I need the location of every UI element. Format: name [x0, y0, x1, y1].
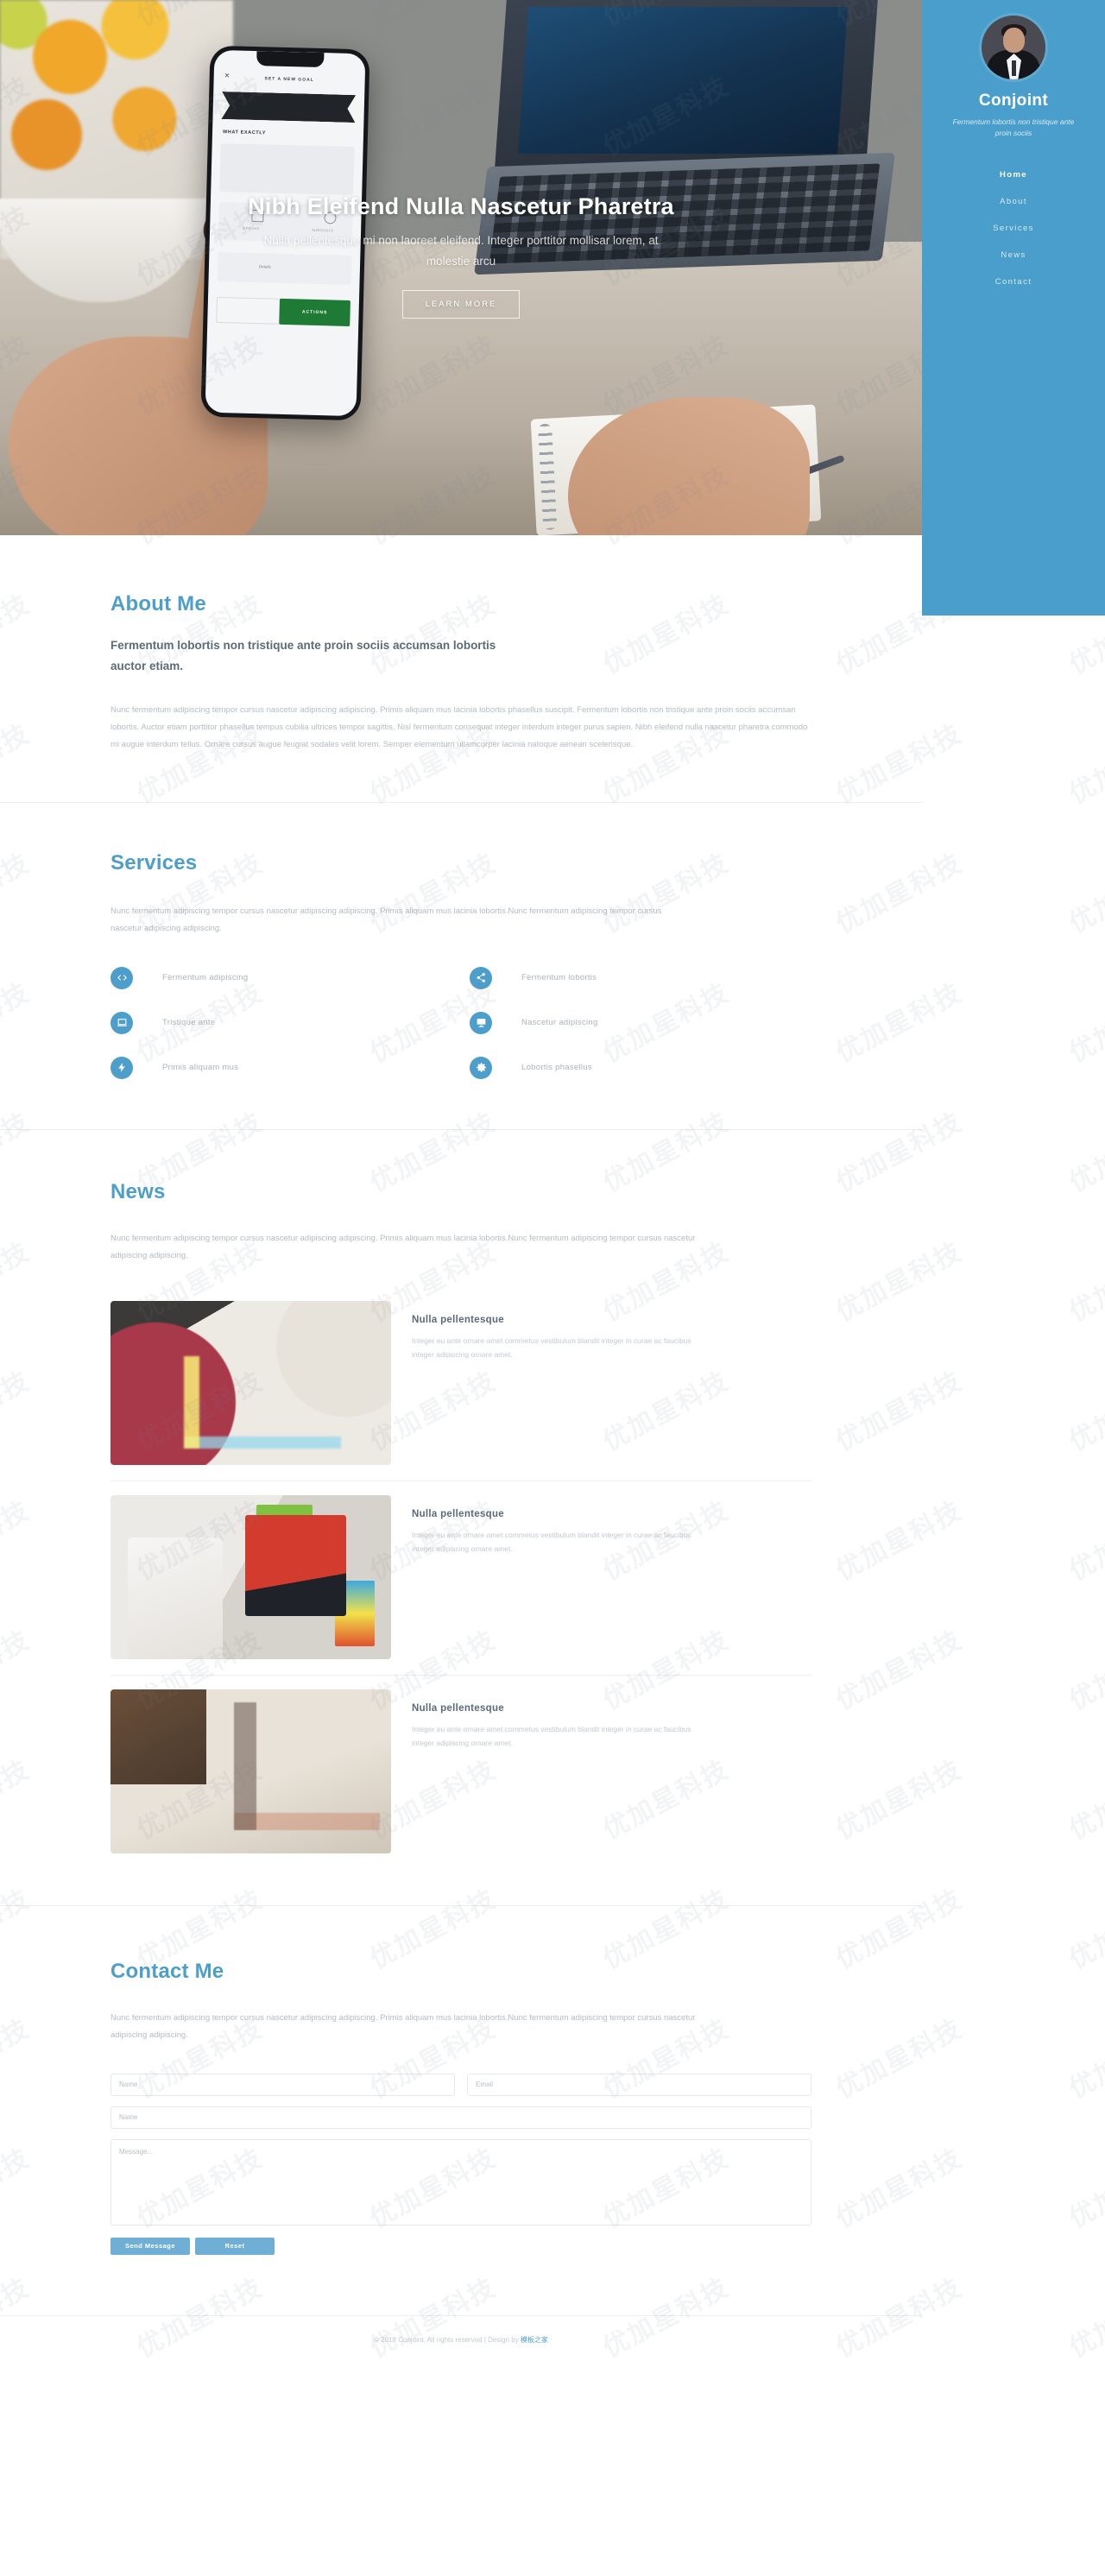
watermark-text: 优加星科技 [1064, 1366, 1105, 1458]
contact-section: Contact Me Nunc fermentum adipiscing tem… [0, 1906, 922, 2293]
news-item-title: Nulla pellentesque [412, 1702, 505, 1714]
service-item[interactable]: Nascetur adipiscing [470, 1011, 811, 1034]
service-label: Fermentum lobortis [521, 973, 597, 983]
news-item-body: Nulla pellentesque Integer eu ante ornar… [412, 1301, 710, 1361]
color-swatch-strip [335, 1580, 375, 1646]
form-row-name-email [110, 2073, 811, 2096]
sidebar-nav: Home About Services News Contact [922, 161, 1105, 295]
watermark-text: 优加星科技 [1064, 1625, 1105, 1717]
contact-lead-text: Nunc fermentum adipiscing tempor cursus … [110, 2012, 696, 2040]
poster-green-block [256, 1505, 313, 1531]
news-thumbnail[interactable] [110, 1494, 391, 1659]
watermark-text: 优加星科技 [1064, 1107, 1105, 1199]
avatar-tie [1012, 60, 1016, 76]
form-button-row: Send Message Reset [110, 2237, 811, 2255]
services-lead-text: Nunc fermentum adipiscing tempor cursus … [110, 906, 662, 933]
contact-form: Send Message Reset [110, 2073, 811, 2255]
service-label: Lobortis phasellus [521, 1063, 592, 1073]
code-icon [110, 966, 133, 989]
news-item-description: Integer eu ante ornare amet commetus ves… [412, 1335, 691, 1359]
news-item-description: Integer eu ante ornare amet commetus ves… [412, 1530, 691, 1553]
services-title: Services [110, 851, 198, 875]
footer: © 2018 Conjoint. All rights reserved | D… [0, 2314, 922, 2367]
watermark-text: 优加星科技 [1064, 718, 1105, 811]
service-label: Tristique ante [162, 1018, 216, 1028]
laptop-icon [110, 1011, 133, 1034]
form-row-message [110, 2138, 811, 2226]
sidebar-item-contact[interactable]: Contact [922, 268, 1105, 295]
service-item[interactable]: Lobortis phasellus [470, 1056, 811, 1079]
footer-designer-link[interactable]: 模板之家 [521, 2336, 548, 2344]
subject-input[interactable] [110, 2106, 811, 2129]
news-item-title: Nulla pellentesque [412, 1508, 505, 1519]
desktop-icon [470, 1011, 492, 1034]
services-grid: Fermentum adipiscing Fermentum lobortis … [110, 966, 811, 1079]
hero-title: Nibh Eleifend Nulla Nascetur Pharetra [248, 193, 674, 219]
bolt-icon [110, 1056, 133, 1079]
sidebar-item-home[interactable]: Home [922, 161, 1105, 188]
learn-more-button[interactable]: LEARN MORE [401, 290, 521, 319]
watermark-text: 优加星科技 [1064, 2013, 1105, 2106]
sidebar: Conjoint Fermentum lobortis non tristiqu… [922, 0, 1105, 616]
news-item-description: Integer eu ante ornare amet commetus ves… [412, 1724, 691, 1747]
watermark-text: 优加星科技 [1064, 2272, 1105, 2364]
form-row-subject [110, 2106, 811, 2129]
watermark-text: 优加星科技 [1064, 848, 1105, 940]
news-section: News Nunc fermentum adipiscing tempor cu… [0, 1130, 922, 1905]
news-list-item[interactable]: Nulla pellentesque Integer eu ante ornar… [110, 1676, 811, 1869]
site-title: Conjoint [978, 92, 1049, 110]
avatar [982, 16, 1045, 79]
service-item[interactable]: Fermentum lobortis [470, 966, 811, 989]
sidebar-item-services[interactable]: Services [922, 215, 1105, 242]
watermark-text: 优加星科技 [1064, 2143, 1105, 2235]
news-thumbnail[interactable] [110, 1300, 391, 1465]
send-message-button[interactable]: Send Message [110, 2237, 190, 2255]
message-textarea[interactable] [110, 2138, 811, 2226]
gear-icon [470, 1056, 492, 1079]
about-section: About Me Fermentum lobortis non tristiqu… [0, 535, 922, 802]
about-subtitle: Fermentum lobortis non tristique ante pr… [110, 639, 496, 672]
service-label: Primis aliquam mus [162, 1063, 239, 1073]
email-input[interactable] [467, 2073, 811, 2096]
about-title: About Me [110, 592, 206, 616]
watermark-text: 优加星科技 [1064, 977, 1105, 1070]
news-title: News [110, 1179, 166, 1203]
name-input[interactable] [110, 2073, 455, 2096]
news-item-body: Nulla pellentesque Integer eu ante ornar… [412, 1495, 710, 1556]
watermark-text: 优加星科技 [1064, 1236, 1105, 1329]
about-body-text: Nunc fermentum adipiscing tempor cursus … [110, 705, 808, 750]
service-label: Nascetur adipiscing [521, 1018, 598, 1028]
service-item[interactable]: Fermentum adipiscing [110, 966, 452, 989]
sidebar-item-about[interactable]: About [922, 188, 1105, 215]
watermark-text: 优加星科技 [1064, 1884, 1105, 1976]
news-item-body: Nulla pellentesque Integer eu ante ornar… [412, 1689, 710, 1750]
reset-button[interactable]: Reset [195, 2237, 275, 2255]
sidebar-item-news[interactable]: News [922, 242, 1105, 268]
footer-copyright: © 2018 Conjoint. All rights reserved | D… [374, 2335, 521, 2344]
news-thumbnail[interactable] [110, 1689, 391, 1853]
service-label: Fermentum adipiscing [162, 973, 249, 983]
services-section: Services Nunc fermentum adipiscing tempo… [0, 803, 922, 1129]
hero-subtitle: Nulla pellentesque mi non laoreet eleife… [263, 234, 659, 268]
news-list: Nulla pellentesque Integer eu ante ornar… [110, 1287, 811, 1869]
news-lead-text: Nunc fermentum adipiscing tempor cursus … [110, 1233, 696, 1260]
service-item[interactable]: Tristique ante [110, 1011, 452, 1034]
site-tagline: Fermentum lobortis non tristique ante pr… [952, 117, 1075, 138]
avatar-face [1003, 28, 1025, 53]
watermark-text: 优加星科技 [1064, 1495, 1105, 1588]
contact-title: Contact Me [110, 1959, 224, 1983]
news-list-item[interactable]: Nulla pellentesque Integer eu ante ornar… [110, 1287, 811, 1481]
service-item[interactable]: Primis aliquam mus [110, 1056, 452, 1079]
news-item-title: Nulla pellentesque [412, 1314, 505, 1325]
hero-section: ✕ SET A NEW GOAL WHAT EXACTLY OFFLINE SU… [0, 0, 922, 535]
hero-overlay: Nibh Eleifend Nulla Nascetur Pharetra Nu… [0, 0, 922, 535]
share-nodes-icon [470, 966, 492, 989]
watermark-text: 优加星科技 [1064, 1754, 1105, 1847]
news-list-item[interactable]: Nulla pellentesque Integer eu ante ornar… [110, 1481, 811, 1676]
